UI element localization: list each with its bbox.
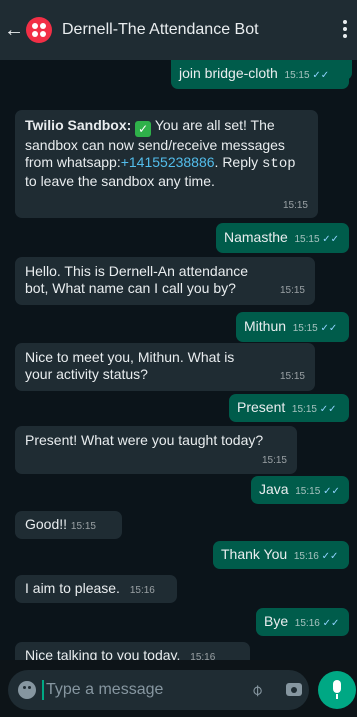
message-text: Nice talking to you today. — [25, 647, 181, 660]
check-mark-icon: ✓ — [135, 121, 152, 137]
camera-icon[interactable] — [286, 683, 302, 696]
message-time: 15:15 ✓✓ — [292, 323, 338, 334]
message-text: Namasthe — [224, 229, 288, 245]
message-incoming[interactable]: Nice to meet you, Mithun. What is your a… — [15, 343, 315, 391]
message-time: 15:15 — [70, 521, 96, 532]
message-text: join bridge-cloth — [179, 65, 278, 81]
microphone-stem — [336, 694, 338, 699]
message-text: Mithun — [244, 318, 287, 334]
message-text: Present! What were you taught today? — [25, 432, 264, 448]
message-list: join bridge-cloth 15:15 ✓✓ Twilio Sandbo… — [0, 60, 357, 660]
microphone-icon — [333, 680, 341, 693]
message-incoming[interactable]: Hello. This is Dernell-An attendance bot… — [15, 257, 315, 305]
message-time: 15:16 ✓✓ — [293, 551, 339, 562]
double-check-icon: ✓✓ — [321, 551, 339, 562]
text-cursor — [42, 680, 44, 700]
message-incoming[interactable]: Good!! 15:15 — [15, 511, 122, 539]
message-time: 15:15 ✓✓ — [295, 486, 340, 497]
message-time: 15:16 — [190, 652, 216, 660]
message-input[interactable] — [46, 679, 226, 701]
message-time: 15:15 — [279, 285, 305, 296]
message-outgoing[interactable]: Present 15:15 ✓✓ — [229, 394, 349, 422]
message-outgoing[interactable]: Mithun 15:15 ✓✓ — [236, 312, 349, 342]
double-check-icon: ✓✓ — [322, 618, 340, 629]
message-time: 15:15 ✓✓ — [294, 234, 340, 245]
message-text: Thank You — [221, 546, 288, 562]
message-text: Twilio Sandbox: ✓ You are all set! The s… — [25, 117, 296, 189]
emoji-icon[interactable] — [18, 681, 36, 699]
message-incoming[interactable]: I aim to please. 15:16 — [15, 575, 177, 603]
more-vertical-icon[interactable] — [341, 20, 349, 40]
double-check-icon: ✓✓ — [323, 486, 340, 497]
sender-label: Twilio Sandbox: — [25, 117, 132, 133]
message-outgoing[interactable]: Java 15:15 ✓✓ — [251, 476, 349, 504]
message-composer: ⌀ — [8, 670, 309, 710]
paperclip-icon[interactable]: ⌀ — [246, 680, 267, 701]
message-text: Hello. This is Dernell-An attendance bot… — [25, 263, 249, 296]
message-text: Good!! — [25, 516, 68, 532]
code-text: stop — [262, 156, 296, 172]
message-outgoing[interactable]: Thank You 15:16 ✓✓ — [213, 541, 349, 569]
message-text: Present — [237, 399, 286, 415]
chat-header: ← Dernell-The Attendance Bot — [0, 0, 357, 60]
message-time: 15:15 ✓✓ — [284, 70, 330, 81]
message-text: Java — [259, 481, 289, 497]
message-time: 15:15 — [261, 455, 287, 466]
microphone-button[interactable] — [318, 671, 356, 709]
message-text: Nice to meet you, Mithun. What is your a… — [25, 349, 235, 382]
message-time: 15:16 — [129, 585, 155, 596]
twilio-logo-icon[interactable] — [26, 17, 52, 43]
message-text: Bye — [264, 613, 289, 629]
message-time: 15:16 ✓✓ — [294, 618, 340, 629]
message-incoming[interactable]: Twilio Sandbox: ✓ You are all set! The s… — [15, 110, 318, 218]
message-outgoing[interactable]: Bye 15:16 ✓✓ — [256, 608, 349, 636]
message-outgoing[interactable]: join bridge-cloth 15:15 ✓✓ — [171, 60, 349, 89]
chat-title[interactable]: Dernell-The Attendance Bot — [62, 21, 259, 39]
message-outgoing[interactable]: Namasthe 15:15 ✓✓ — [216, 223, 349, 253]
message-incoming[interactable]: Present! What were you taught today? 15:… — [15, 426, 297, 474]
message-incoming[interactable]: Nice talking to you today. 15:16 — [15, 642, 250, 660]
message-time: 15:15 ✓✓ — [291, 404, 337, 415]
double-check-icon: ✓✓ — [319, 404, 337, 415]
phone-link[interactable]: +14155238886 — [121, 154, 215, 170]
message-text: I aim to please. — [25, 580, 120, 596]
arrow-left-icon[interactable]: ← — [4, 20, 24, 40]
double-check-icon: ✓✓ — [322, 234, 340, 245]
message-time: 15:15 — [279, 371, 305, 382]
message-time: 15:15 — [282, 200, 308, 211]
double-check-icon: ✓✓ — [320, 323, 338, 334]
double-check-icon: ✓✓ — [312, 70, 330, 81]
